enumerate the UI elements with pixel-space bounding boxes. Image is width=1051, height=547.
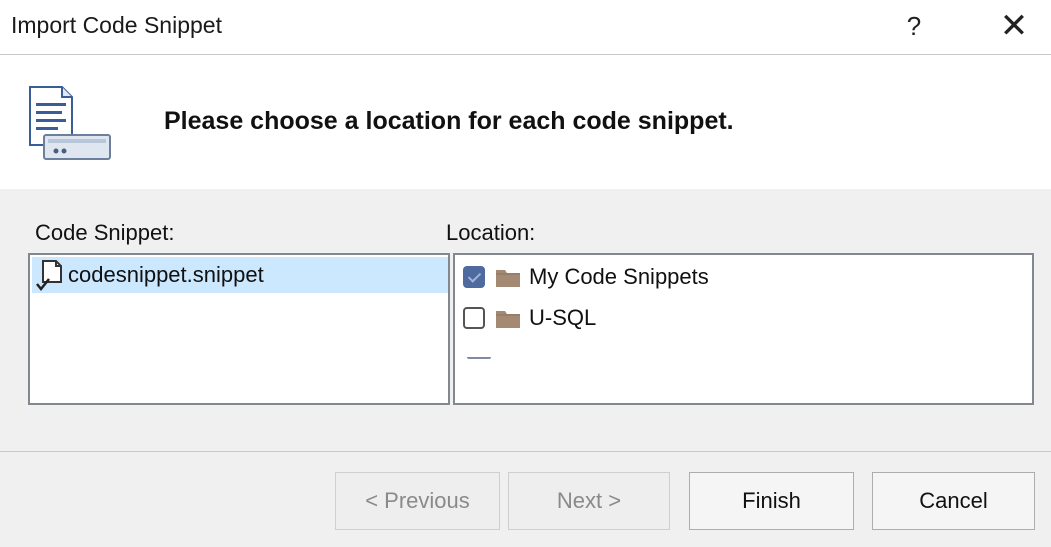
- cancel-button[interactable]: Cancel: [872, 472, 1035, 530]
- location-checkbox[interactable]: [463, 266, 485, 288]
- window-title: Import Code Snippet: [11, 12, 222, 38]
- location-checkbox[interactable]: [463, 307, 485, 329]
- location-name: My Code Snippets: [529, 264, 709, 289]
- location-label: Location:: [446, 220, 536, 245]
- list-item[interactable]: codesnippet.snippet: [32, 257, 448, 293]
- help-button[interactable]: ?: [896, 6, 932, 46]
- snippet-import-icon: [29, 86, 111, 160]
- location-name: U-SQL: [529, 305, 597, 330]
- previous-button[interactable]: < Previous: [335, 472, 500, 530]
- code-snippet-list[interactable]: codesnippet.snippet: [28, 253, 450, 405]
- partial-row-artifact: [467, 353, 491, 359]
- wizard-instruction: Please choose a location for each code s…: [164, 107, 734, 135]
- snippet-file-name: codesnippet.snippet: [68, 262, 264, 287]
- folder-icon: [496, 311, 520, 328]
- code-snippet-label: Code Snippet:: [35, 220, 175, 245]
- next-button[interactable]: Next >: [508, 472, 670, 530]
- title-bar: Import Code Snippet ? ✕: [0, 0, 1051, 55]
- snippet-file-icon: [36, 260, 62, 292]
- folder-icon: [496, 270, 520, 287]
- finish-button[interactable]: Finish: [689, 472, 854, 530]
- wizard-header: Please choose a location for each code s…: [0, 55, 1051, 189]
- location-item-my-code-snippets[interactable]: My Code Snippets: [463, 259, 709, 295]
- content-area: Code Snippet: Location: codesnippet.snip…: [0, 189, 1051, 452]
- location-item-u-sql[interactable]: U-SQL: [463, 300, 596, 336]
- button-bar: < Previous Next > Finish Cancel: [0, 452, 1051, 547]
- location-list[interactable]: My Code Snippets U-SQL: [453, 253, 1034, 405]
- close-button[interactable]: ✕: [991, 6, 1037, 46]
